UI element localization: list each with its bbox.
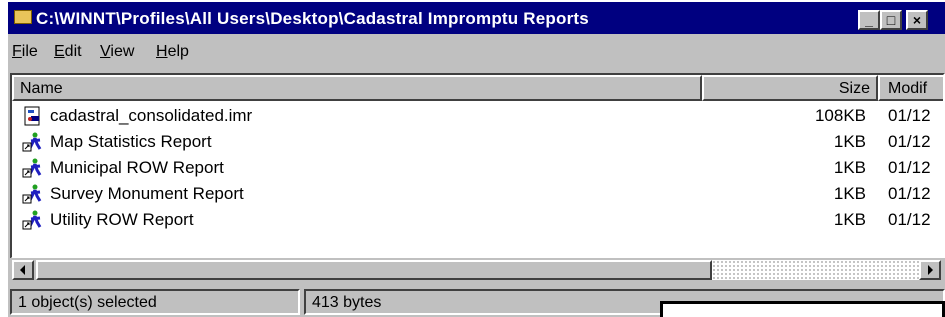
- column-modified[interactable]: Modif: [878, 75, 943, 101]
- file-name: Map Statistics Report: [50, 132, 212, 151]
- file-name: Survey Monument Report: [50, 184, 244, 203]
- file-modified: 01/12: [888, 106, 931, 125]
- file-name: Utility ROW Report: [50, 210, 194, 229]
- catalog-file-icon: [24, 106, 40, 126]
- file-modified: 01/12: [888, 132, 931, 151]
- menu-bar: File Edit View Help: [8, 38, 945, 66]
- window-title: C:\WINNT\Profiles\All Users\Desktop\Cada…: [36, 9, 589, 28]
- report-shortcut-icon: [22, 184, 42, 204]
- scroll-track[interactable]: [712, 260, 919, 280]
- report-shortcut-icon: [22, 210, 42, 230]
- title-bar[interactable]: C:\WINNT\Profiles\All Users\Desktop\Cada…: [8, 2, 945, 34]
- maximize-button[interactable]: □: [880, 10, 902, 30]
- file-row[interactable]: Survey Monument Report 1KB 01/12: [12, 181, 943, 207]
- arrow-left-icon: [20, 265, 25, 275]
- horizontal-scrollbar[interactable]: [10, 258, 945, 282]
- file-name: Municipal ROW Report: [50, 158, 224, 177]
- file-size: 1KB: [833, 132, 866, 151]
- close-button[interactable]: ×: [906, 10, 928, 30]
- file-row[interactable]: Utility ROW Report 1KB 01/12: [12, 207, 943, 233]
- overlapping-window-frame: [660, 301, 945, 317]
- menu-view[interactable]: View: [100, 43, 134, 61]
- file-modified: 01/12: [888, 184, 931, 203]
- report-shortcut-icon: [22, 132, 42, 152]
- menu-edit[interactable]: Edit: [54, 43, 82, 61]
- file-row[interactable]: cadastral_consolidated.imr 108KB 01/12: [12, 103, 943, 129]
- file-modified: 01/12: [888, 158, 931, 177]
- folder-icon: [14, 10, 32, 24]
- column-size[interactable]: Size: [702, 75, 878, 101]
- menu-help[interactable]: Help: [156, 43, 189, 61]
- arrow-right-icon: [928, 265, 933, 275]
- column-name[interactable]: Name: [12, 75, 702, 101]
- file-size: 1KB: [833, 158, 866, 177]
- scroll-thumb[interactable]: [36, 260, 712, 280]
- menu-file[interactable]: File: [12, 43, 38, 61]
- file-list[interactable]: Name Size Modif cadastral_consolidated.i…: [10, 73, 945, 259]
- scroll-left-button[interactable]: [12, 260, 34, 280]
- scroll-right-button[interactable]: [919, 260, 941, 280]
- report-shortcut-icon: [22, 158, 42, 178]
- minimize-button[interactable]: _: [858, 10, 880, 30]
- explorer-window: C:\WINNT\Profiles\All Users\Desktop\Cada…: [8, 2, 945, 317]
- file-modified: 01/12: [888, 210, 931, 229]
- status-selection: 1 object(s) selected: [10, 289, 300, 315]
- file-row[interactable]: Municipal ROW Report 1KB 01/12: [12, 155, 943, 181]
- file-size: 1KB: [833, 210, 866, 229]
- column-header: Name Size Modif: [12, 75, 943, 101]
- file-size: 1KB: [833, 184, 866, 203]
- file-name: cadastral_consolidated.imr: [50, 106, 253, 125]
- file-size: 108KB: [814, 106, 866, 125]
- file-row[interactable]: Map Statistics Report 1KB 01/12: [12, 129, 943, 155]
